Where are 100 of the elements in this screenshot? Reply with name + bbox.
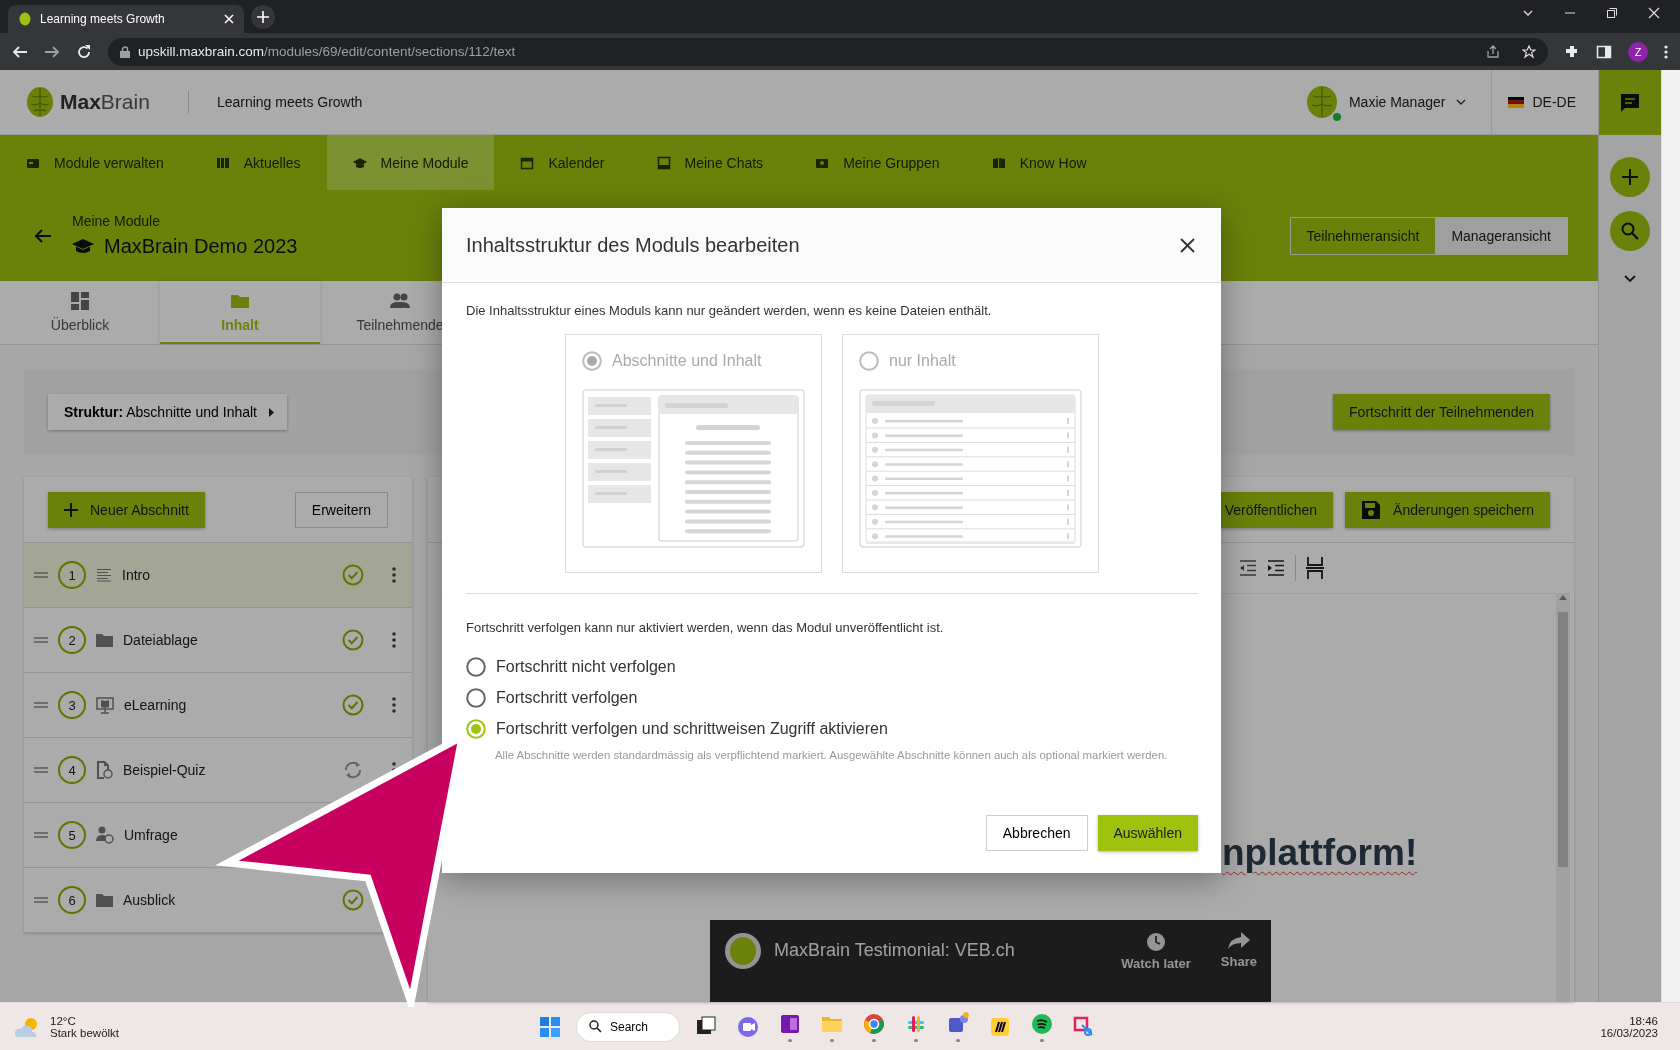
structure-button[interactable]: Struktur: Abschnitte und Inhalt: [48, 394, 287, 430]
video-player[interactable]: MaxBrain Testimonial: VEB.ch Watch later Share: [710, 920, 1271, 1002]
expand-button[interactable]: Erweitern: [294, 491, 388, 528]
star-icon[interactable]: [1522, 44, 1536, 59]
side-panel-icon[interactable]: [1596, 43, 1612, 60]
new-section-button[interactable]: Neuer Abschnitt: [48, 491, 205, 528]
scrollbar-thumb[interactable]: [1558, 612, 1568, 867]
share-icon[interactable]: [1486, 44, 1500, 59]
user-name[interactable]: Maxie Manager: [1348, 94, 1446, 110]
drag-handle-icon[interactable]: [34, 572, 48, 578]
clock-icon: [1146, 932, 1167, 952]
more-vertical-icon[interactable]: [1664, 43, 1668, 60]
logo-text: MaxBrain: [60, 90, 150, 114]
view-toggle[interactable]: Manageransicht: [1435, 217, 1567, 254]
section-row[interactable]: 3 eLearning: [24, 673, 412, 738]
share-button[interactable]: Share: [1220, 954, 1257, 969]
video-chat-icon[interactable]: [736, 1014, 760, 1039]
brain-avatar-icon[interactable]: [1304, 85, 1339, 119]
cancel-button[interactable]: Abbrechen: [985, 815, 1088, 851]
back-arrow-icon[interactable]: [34, 226, 52, 245]
structure-note: Die Inhaltsstruktur eines Moduls kann nur geändert werden, wenn es keine Dateien enthält.: [466, 303, 993, 318]
temperature: 12°C: [50, 1014, 77, 1027]
caret-right-icon: [269, 407, 275, 417]
nav-item[interactable]: Meine Chats: [630, 135, 790, 190]
flag-icon: [1508, 96, 1525, 108]
brain-icon: [26, 86, 54, 118]
lock-icon: [120, 45, 130, 58]
search-button[interactable]: [1610, 211, 1650, 251]
nav-item[interactable]: Kalender: [494, 135, 631, 190]
content-heading: nplattform!: [1222, 832, 1418, 874]
back-arrow-icon[interactable]: [12, 43, 28, 60]
dashboard-icon: [70, 290, 90, 311]
close-icon[interactable]: [1648, 6, 1660, 19]
more-vertical-icon[interactable]: [392, 632, 396, 648]
breadcrumb-link[interactable]: Meine Module: [72, 213, 298, 229]
section-row[interactable]: 1 Intro: [24, 543, 412, 608]
section-number: 4: [58, 756, 86, 784]
book-icon: [991, 155, 1006, 170]
outdent-icon[interactable]: [1239, 560, 1257, 576]
restore-icon[interactable]: [1606, 6, 1618, 19]
drag-handle-icon[interactable]: [34, 767, 48, 773]
profile-avatar[interactable]: Z: [1628, 41, 1648, 62]
page-scrollbar[interactable]: [1661, 70, 1680, 1002]
module-title: MaxBrain Demo 2023: [104, 235, 298, 258]
plus-icon: [1622, 169, 1638, 185]
progress-button[interactable]: Fortschritt der Teilnehmenden: [1333, 394, 1550, 430]
view-toggle[interactable]: Teilnehmeransicht: [1290, 217, 1436, 254]
nav-item[interactable]: Aktuelles: [189, 135, 327, 190]
section-number: 2: [58, 626, 86, 654]
nav-item[interactable]: Meine Gruppen: [789, 135, 966, 190]
add-button[interactable]: [1610, 157, 1650, 197]
close-icon: [1180, 237, 1195, 253]
nav-item[interactable]: Meine Module: [326, 135, 495, 190]
folder-icon: [96, 893, 113, 907]
tagline: Learning meets Growth: [216, 94, 363, 110]
watch-later-button[interactable]: Watch later: [1121, 956, 1191, 971]
save-button[interactable]: Änderungen speichern: [1345, 491, 1550, 528]
progress-note: Fortschritt verfolgen kann nur aktiviert werden, wenn das Modul unveröffentlicht ist.: [466, 620, 945, 635]
chat-icon: [1620, 92, 1640, 113]
drag-handle-icon[interactable]: [34, 832, 48, 838]
chat-icon: [656, 155, 671, 170]
indent-icon[interactable]: [1267, 560, 1285, 576]
section-title: Dateiablage: [123, 632, 199, 648]
search-icon: [589, 1020, 602, 1033]
section-row[interactable]: 2 Dateiablage: [24, 608, 412, 673]
progress-radio[interactable]: Fortschritt verfolgen: [466, 688, 1198, 708]
page-break-icon[interactable]: [1306, 557, 1324, 579]
document-clock-icon: [96, 761, 113, 779]
nav-item[interactable]: Module verwalten: [0, 135, 190, 190]
reload-icon[interactable]: [76, 43, 92, 60]
progress-radio[interactable]: Fortschritt verfolgen und schrittweisen Zugriff aktivieren: [466, 719, 1198, 739]
browser-icon[interactable]: [862, 1011, 886, 1036]
windows-logo-icon[interactable]: [538, 1014, 562, 1039]
video-title[interactable]: MaxBrain Testimonial: VEB.ch: [774, 932, 1110, 961]
graduation-cap-icon: [72, 237, 94, 256]
news-icon: [215, 155, 230, 170]
taskbar-search[interactable]: Search: [576, 1011, 680, 1042]
select-button[interactable]: Auswählen: [1097, 815, 1198, 851]
more-vertical-icon[interactable]: [392, 697, 396, 713]
forward-arrow-icon[interactable]: [44, 43, 60, 60]
section-title: Ausblick: [123, 892, 177, 908]
scroll-up-icon[interactable]: [1559, 594, 1567, 600]
puzzle-icon[interactable]: [1564, 43, 1580, 60]
drag-handle-icon[interactable]: [34, 897, 48, 903]
more-vertical-icon[interactable]: [392, 567, 396, 583]
section-number: 5: [58, 821, 86, 849]
new-tab-icon[interactable]: [250, 3, 276, 30]
weather-text: Stark bewölkt: [50, 1026, 120, 1039]
drag-handle-icon[interactable]: [34, 702, 48, 708]
progress-radio[interactable]: Fortschritt nicht verfolgen: [466, 657, 1198, 677]
section-title: Beispiel-Quiz: [123, 762, 207, 778]
drag-handle-icon[interactable]: [34, 637, 48, 643]
chat-button[interactable]: [1599, 70, 1661, 135]
address-bar[interactable]: upskill.maxbrain.com/modules/69/edit/content/sections/112/text: [108, 37, 1548, 66]
browser-tab[interactable]: Learning meets Growth: [8, 5, 244, 33]
nav-item[interactable]: Know How: [965, 135, 1113, 190]
music-icon[interactable]: [1030, 1011, 1054, 1036]
folder-icon: [96, 633, 113, 647]
page-tab[interactable]: Überblick: [0, 281, 160, 344]
language-selector[interactable]: DE-DE: [1532, 94, 1576, 110]
